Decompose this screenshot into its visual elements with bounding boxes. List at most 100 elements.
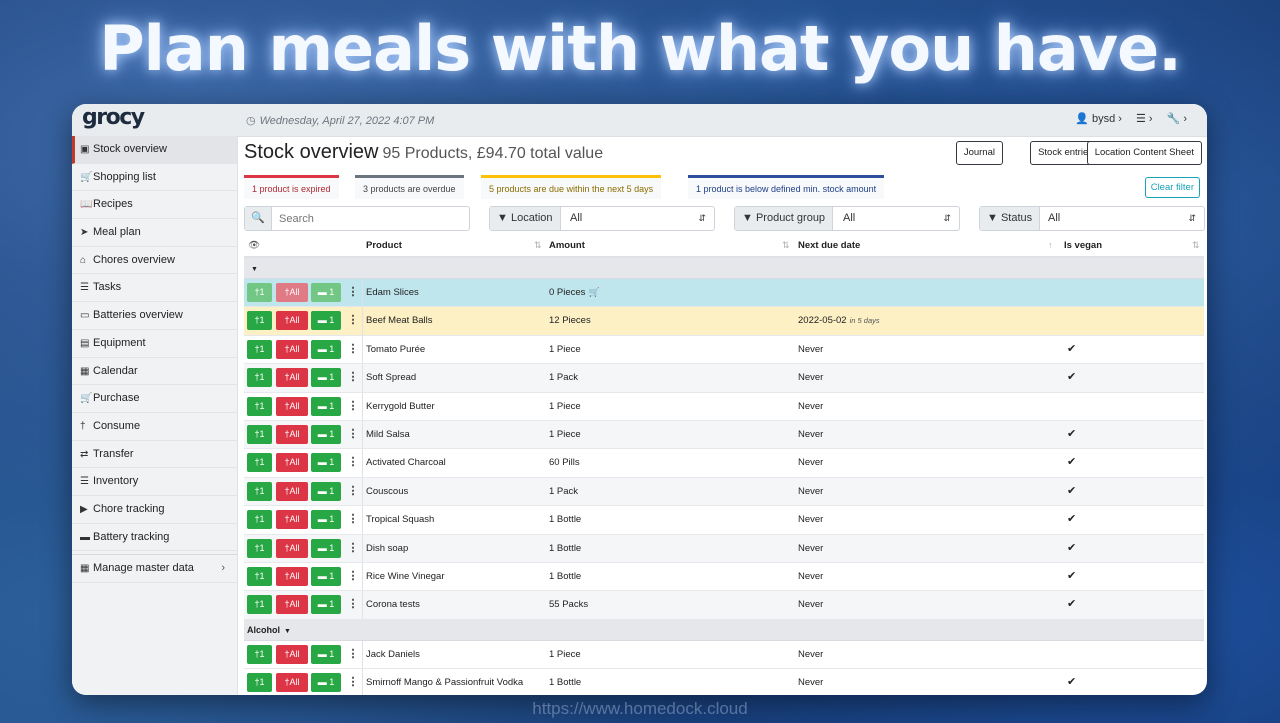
group-header[interactable]: ▼ [244, 258, 1204, 279]
more-options-icon[interactable]: ⋮ [347, 283, 359, 302]
sidebar-item-transfer[interactable]: ⇄ Transfer [72, 441, 237, 469]
sidebar-item-inventory[interactable]: ☰ Inventory [72, 468, 237, 496]
user-menu[interactable]: 👤 bysd › [1075, 112, 1122, 125]
open-one-button[interactable]: ▬ 1 [311, 595, 341, 615]
open-one-button[interactable]: ▬ 1 [311, 644, 341, 664]
consume-one-button[interactable]: †1 [247, 673, 272, 693]
consume-one-button[interactable]: †1 [247, 453, 272, 473]
product-name[interactable]: Beef Meat Balls [366, 315, 433, 326]
consume-one-button[interactable]: †1 [247, 644, 272, 664]
more-options-icon[interactable]: ⋮ [347, 539, 359, 558]
sidebar-item-chore-tracking[interactable]: ▶ Chore tracking [72, 496, 237, 524]
sidebar-item-purchase[interactable]: 🛒Purchase [72, 385, 237, 413]
app-logo[interactable]: grocy [82, 105, 145, 130]
product-name[interactable]: Soft Spread [366, 372, 416, 383]
journal-button[interactable]: Journal [955, 141, 1003, 165]
header-is-vegan[interactable]: Is vegan [1064, 240, 1102, 251]
consume-all-button[interactable]: †All [276, 396, 308, 416]
sidebar-item-tasks[interactable]: ☰ Tasks [72, 274, 237, 303]
open-one-button[interactable]: ▬ 1 [311, 424, 341, 444]
consume-one-button[interactable]: †1 [247, 396, 272, 416]
expired-status-pill[interactable]: 1 product is expired [244, 175, 339, 199]
consume-one-button[interactable]: †1 [247, 481, 272, 501]
sort-icon[interactable]: ⇅ [782, 240, 790, 251]
consume-one-button[interactable]: †1 [247, 339, 272, 359]
more-options-icon[interactable]: ⋮ [347, 510, 359, 529]
location-filter[interactable]: ▼ Location All ⇵ [489, 206, 715, 231]
consume-all-button[interactable]: †All [276, 538, 308, 558]
header-amount[interactable]: Amount [549, 240, 585, 251]
product-name[interactable]: Jack Daniels [366, 649, 420, 660]
settings-menu[interactable]: ☰ › [1136, 112, 1153, 125]
header-next-due-date[interactable]: Next due date [798, 240, 860, 251]
sidebar-item-shopping-list[interactable]: 🛒Shopping list [72, 164, 237, 192]
consume-all-button[interactable]: †All [276, 481, 308, 501]
sort-icon[interactable]: ⇅ [1192, 240, 1200, 251]
open-one-button[interactable]: ▬ 1 [311, 566, 341, 586]
open-one-button[interactable]: ▬ 1 [311, 453, 341, 473]
product-name[interactable]: Kerrygold Butter [366, 401, 435, 412]
sidebar-item-consume[interactable]: † Consume [72, 413, 237, 441]
sidebar-item-equipment[interactable]: ▤ Equipment [72, 330, 237, 358]
product-name[interactable]: Couscous [366, 486, 408, 497]
consume-one-button[interactable]: †1 [247, 510, 272, 530]
consume-one-button[interactable]: †1 [247, 283, 272, 302]
sidebar-item-recipes[interactable]: 📖Recipes [72, 191, 237, 220]
more-options-icon[interactable]: ⋮ [347, 453, 359, 472]
product-name[interactable]: Smirnoff Mango & Passionfruit Vodka [366, 677, 523, 688]
search-input[interactable] [277, 210, 466, 228]
consume-all-button[interactable]: †All [276, 368, 308, 388]
sidebar-item-batteries-overview[interactable]: ▭ Batteries overview [72, 302, 237, 330]
header-product[interactable]: Product [366, 240, 402, 251]
consume-all-button[interactable]: †All [276, 644, 308, 664]
more-options-icon[interactable]: ⋮ [347, 645, 359, 664]
open-one-button[interactable]: ▬ 1 [311, 339, 341, 359]
overdue-status-pill[interactable]: 3 products are overdue [355, 175, 464, 199]
consume-one-button[interactable]: †1 [247, 424, 272, 444]
more-options-icon[interactable]: ⋮ [347, 340, 359, 359]
sidebar-item-stock-overview[interactable]: ▣ Stock overview [72, 136, 237, 164]
product-name[interactable]: Dish soap [366, 543, 408, 554]
consume-all-button[interactable]: †All [276, 453, 308, 473]
consume-all-button[interactable]: †All [276, 283, 308, 302]
open-one-button[interactable]: ▬ 1 [311, 283, 341, 302]
more-options-icon[interactable]: ⋮ [347, 397, 359, 416]
more-options-icon[interactable]: ⋮ [347, 673, 359, 692]
cart-icon[interactable]: 🛒 [588, 287, 599, 297]
consume-one-button[interactable]: †1 [247, 595, 272, 615]
sidebar-item-manage-master-data[interactable]: ▦ Manage master data › [72, 554, 237, 583]
product-name[interactable]: Corona tests [366, 599, 420, 610]
eye-icon[interactable]: 👁 [248, 240, 260, 251]
consume-all-button[interactable]: †All [276, 595, 308, 615]
more-options-icon[interactable]: ⋮ [347, 567, 359, 586]
sidebar-item-calendar[interactable]: ▦ Calendar [72, 358, 237, 386]
consume-all-button[interactable]: †All [276, 673, 308, 693]
more-options-icon[interactable]: ⋮ [347, 595, 359, 614]
consume-all-button[interactable]: †All [276, 510, 308, 530]
consume-one-button[interactable]: †1 [247, 368, 272, 388]
open-one-button[interactable]: ▬ 1 [311, 673, 341, 693]
consume-one-button[interactable]: †1 [247, 538, 272, 558]
sidebar-item-battery-tracking[interactable]: ▬ Battery tracking [72, 524, 237, 552]
clear-filter-button[interactable]: Clear filter [1144, 177, 1200, 198]
product-name[interactable]: Rice Wine Vinegar [366, 571, 445, 582]
more-options-icon[interactable]: ⋮ [347, 368, 359, 387]
due-soon-status-pill[interactable]: 5 products are due within the next 5 day… [481, 175, 662, 199]
more-options-icon[interactable]: ⋮ [347, 311, 359, 330]
open-one-button[interactable]: ▬ 1 [311, 396, 341, 416]
product-group-filter[interactable]: ▼ Product group All ⇵ [734, 206, 960, 231]
sort-icon[interactable]: ⇅ [534, 240, 542, 251]
tools-menu[interactable]: 🔧 › [1167, 112, 1187, 125]
more-options-icon[interactable]: ⋮ [347, 425, 359, 444]
status-filter[interactable]: ▼ Status All ⇵ [979, 206, 1205, 231]
consume-all-button[interactable]: †All [276, 311, 308, 331]
consume-all-button[interactable]: †All [276, 424, 308, 444]
consume-one-button[interactable]: †1 [247, 311, 272, 331]
product-name[interactable]: Activated Charcoal [366, 457, 446, 468]
open-one-button[interactable]: ▬ 1 [311, 368, 341, 388]
open-one-button[interactable]: ▬ 1 [311, 538, 341, 558]
product-name[interactable]: Tropical Squash [366, 514, 434, 525]
product-name[interactable]: Edam Slices [366, 287, 419, 298]
product-name[interactable]: Tomato Purée [366, 344, 425, 355]
sidebar-item-meal-plan[interactable]: ➤ Meal plan [72, 219, 237, 247]
